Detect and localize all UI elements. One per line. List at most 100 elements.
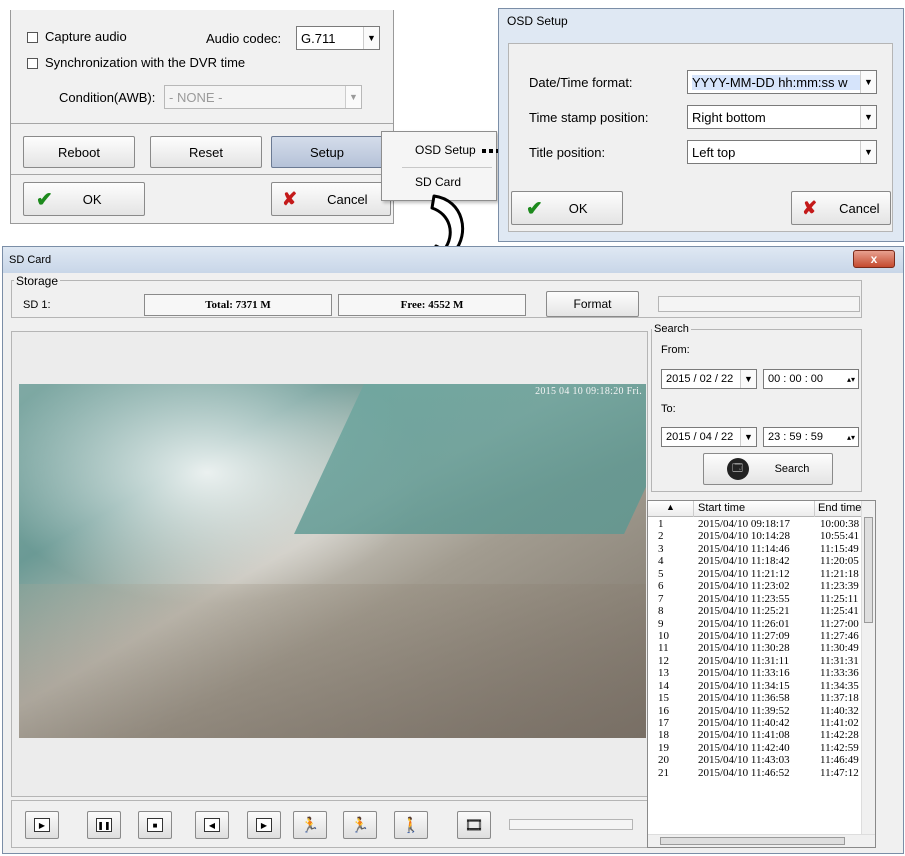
chevron-down-icon: ▼	[860, 106, 876, 128]
table-row[interactable]: 5 2015/04/10 11:21:12 11:21:18	[648, 568, 861, 580]
osd-ok-button[interactable]: ✔ OK	[511, 191, 623, 225]
close-icon: ✘	[802, 197, 818, 218]
reboot-button[interactable]: Reboot	[23, 136, 135, 168]
reset-button-label: Reset	[189, 144, 223, 160]
date-format-value: YYYY-MM-DD hh:mm:ss w	[692, 74, 860, 90]
table-row[interactable]: 3 2015/04/10 11:14:46 11:15:49	[648, 543, 861, 555]
chevron-down-icon: ▼	[860, 141, 876, 163]
table-row[interactable]: 11 2015/04/10 11:30:28 11:30:49	[648, 642, 861, 654]
row-index: 19	[658, 741, 669, 754]
cancel-button-label: Cancel	[327, 191, 368, 207]
search-button-label: Search	[774, 463, 810, 475]
spin-updown-icon[interactable]: ▴▾	[844, 375, 858, 384]
from-time-picker[interactable]: 00 : 00 : 00 ▴▾	[763, 369, 859, 389]
previous-button[interactable]: ◀	[195, 811, 229, 839]
row-index: 10	[658, 629, 669, 642]
fast-forward-button[interactable]: 🏃	[293, 811, 327, 839]
table-row[interactable]: 8 2015/04/10 11:25:21 11:25:41	[648, 605, 861, 617]
vertical-scrollbar[interactable]	[861, 501, 875, 847]
ok-button[interactable]: ✔ OK	[23, 182, 145, 216]
table-row[interactable]: 1 2015/04/10 09:18:17 10:00:38	[648, 518, 861, 530]
playback-progress-bar[interactable]	[509, 819, 633, 830]
scrollbar-thumb[interactable]	[660, 837, 845, 845]
row-end-time: 11:47:12	[820, 766, 859, 779]
search-group-label: Search	[652, 323, 691, 335]
play-button[interactable]: ▶	[25, 811, 59, 839]
row-end-time: 11:30:49	[820, 642, 859, 655]
table-row[interactable]: 15 2015/04/10 11:36:58 11:37:18	[648, 692, 861, 704]
row-end-time: 11:40:32	[820, 704, 859, 717]
stamp-position-value: Right bottom	[692, 109, 766, 125]
condition-select[interactable]: - NONE - ▼	[164, 85, 362, 109]
sync-dvr-checkbox[interactable]	[27, 58, 38, 69]
capture-audio-checkbox[interactable]	[27, 32, 38, 43]
date-format-select[interactable]: YYYY-MM-DD hh:mm:ss w ▼	[687, 70, 877, 94]
table-row[interactable]: 7 2015/04/10 11:23:55 11:25:11	[648, 593, 861, 605]
table-row[interactable]: 6 2015/04/10 11:23:02 11:23:39	[648, 580, 861, 592]
column-header-start[interactable]: Start time	[698, 502, 745, 514]
close-icon: x	[870, 252, 878, 266]
menu-item-sd-card[interactable]: SD Card	[415, 175, 461, 189]
from-time-value: 00 : 00 : 00	[768, 373, 824, 385]
table-row[interactable]: 17 2015/04/10 11:40:42 11:41:02	[648, 717, 861, 729]
osd-cancel-button[interactable]: ✘ Cancel	[791, 191, 891, 225]
chevron-down-icon: ▼	[740, 428, 756, 446]
reset-button[interactable]: Reset	[150, 136, 262, 168]
table-row[interactable]: 21 2015/04/10 11:46:52 11:47:12	[648, 767, 861, 779]
scrollbar-thumb[interactable]	[864, 517, 873, 623]
pause-button[interactable]: ❚❚	[87, 811, 121, 839]
table-row[interactable]: 14 2015/04/10 11:34:15 11:34:35	[648, 680, 861, 692]
close-button[interactable]: x	[853, 250, 895, 268]
table-row[interactable]: 19 2015/04/10 11:42:40 11:42:59	[648, 742, 861, 754]
row-index: 11	[658, 642, 669, 655]
row-end-time: 11:41:02	[820, 717, 859, 729]
condition-label: Condition(AWB):	[59, 90, 156, 105]
to-date-picker[interactable]: 2015 / 04 / 22 ▼	[661, 427, 757, 447]
stamp-position-select[interactable]: Right bottom ▼	[687, 105, 877, 129]
table-row[interactable]: 13 2015/04/10 11:33:16 11:33:36	[648, 667, 861, 679]
table-row[interactable]: 4 2015/04/10 11:18:42 11:20:05	[648, 555, 861, 567]
spin-updown-icon[interactable]: ▴▾	[844, 433, 858, 442]
horizontal-scrollbar[interactable]	[648, 834, 875, 847]
table-row[interactable]: 10 2015/04/10 11:27:09 11:27:46	[648, 630, 861, 642]
table-row[interactable]: 12 2015/04/10 11:31:11 11:31:31	[648, 655, 861, 667]
menu-item-osd-setup[interactable]: OSD Setup	[415, 143, 476, 157]
table-row[interactable]: 18 2015/04/10 11:41:08 11:42:28	[648, 729, 861, 741]
row-index: 9	[658, 617, 664, 630]
sd-title-bar: SD Card x	[3, 247, 903, 273]
table-row[interactable]: 9 2015/04/10 11:26:01 11:27:00	[648, 618, 861, 630]
date-format-label: Date/Time format:	[529, 75, 633, 90]
video-preview: 2015 04 10 09:18:20 Fri.	[19, 384, 646, 738]
film-save-icon: 🎞	[464, 817, 484, 834]
audio-codec-select[interactable]: G.711 ▼	[296, 26, 380, 50]
divider	[11, 174, 393, 175]
search-button[interactable]: 🗔 Search	[703, 453, 833, 485]
normal-speed-button[interactable]: 🏃	[343, 811, 377, 839]
row-index: 1	[658, 518, 664, 530]
column-header-end[interactable]: End time	[818, 502, 861, 514]
row-index: 4	[658, 555, 664, 568]
row-end-time: 11:21:18	[820, 567, 859, 580]
to-time-value: 23 : 59 : 59	[768, 431, 824, 443]
sort-up-icon[interactable]: ▲	[666, 502, 675, 512]
export-button[interactable]: 🎞	[457, 811, 491, 839]
slow-motion-button[interactable]: 🚶	[394, 811, 428, 839]
cancel-button[interactable]: ✘ Cancel	[271, 182, 391, 216]
stop-button[interactable]: ■	[138, 811, 172, 839]
row-end-time: 11:20:05	[820, 555, 859, 568]
from-label: From:	[661, 344, 690, 356]
row-index: 6	[658, 580, 664, 593]
to-label: To:	[661, 403, 676, 415]
format-button[interactable]: Format	[546, 291, 639, 317]
from-date-picker[interactable]: 2015 / 02 / 22 ▼	[661, 369, 757, 389]
table-row[interactable]: 20 2015/04/10 11:43:03 11:46:49	[648, 754, 861, 766]
title-position-select[interactable]: Left top ▼	[687, 140, 877, 164]
to-time-picker[interactable]: 23 : 59 : 59 ▴▾	[763, 427, 859, 447]
table-row[interactable]: 2 2015/04/10 10:14:28 10:55:41	[648, 530, 861, 542]
next-button[interactable]: ▶	[247, 811, 281, 839]
row-index: 21	[658, 766, 669, 779]
records-table[interactable]: ▲ Start time End time 1 2015/04/10 09:18:…	[647, 500, 876, 848]
table-row[interactable]: 16 2015/04/10 11:39:52 11:40:32	[648, 705, 861, 717]
sd1-label: SD 1:	[23, 299, 51, 311]
setup-button[interactable]: Setup	[271, 136, 383, 168]
